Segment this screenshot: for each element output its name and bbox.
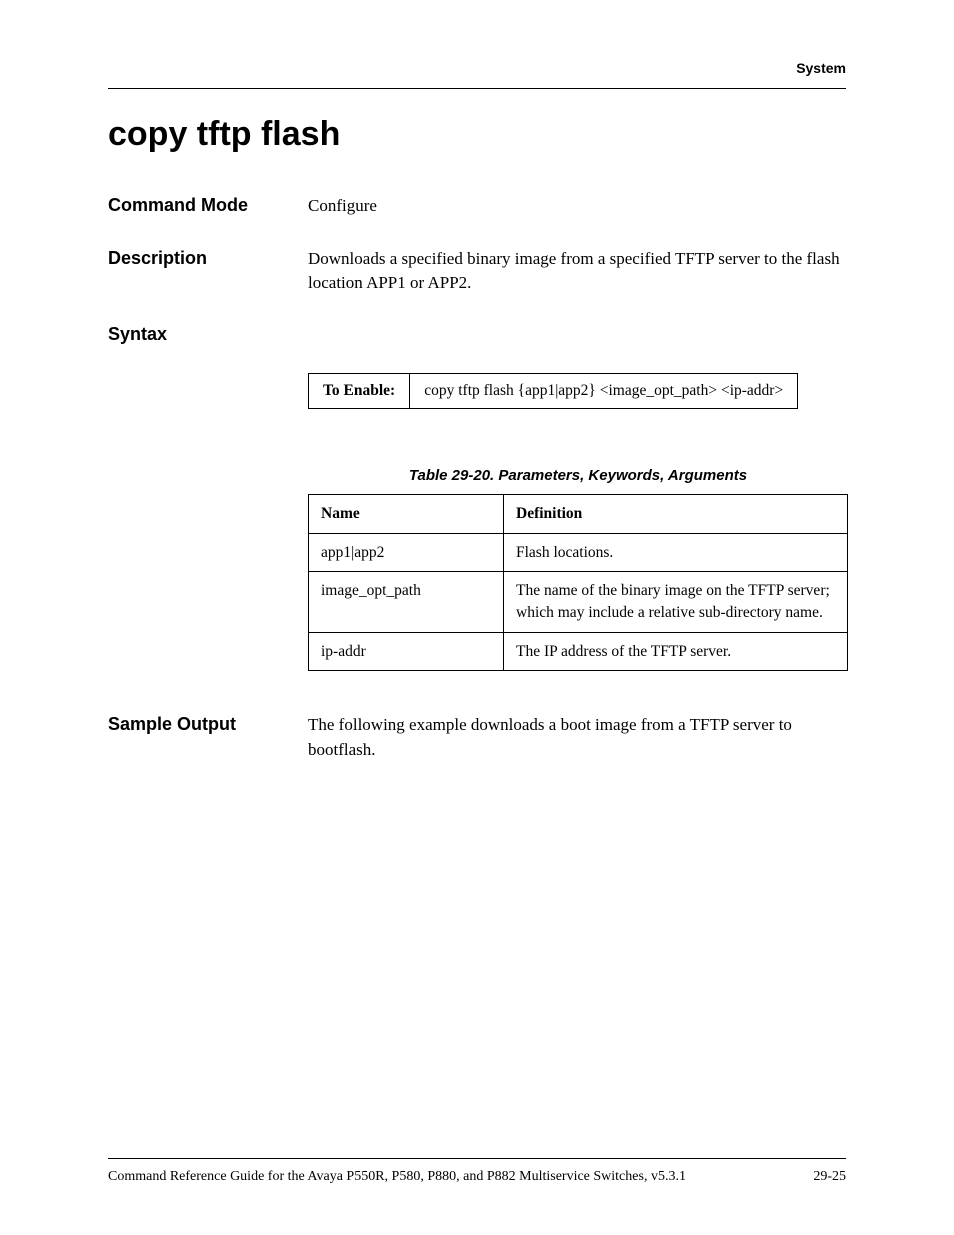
page: System copy tftp flash Command Mode Conf… bbox=[0, 0, 954, 1235]
footer-left: Command Reference Guide for the Avaya P5… bbox=[108, 1169, 686, 1185]
table-row: image_opt_path The name of the binary im… bbox=[309, 572, 848, 632]
sample-output-label: Sample Output bbox=[108, 714, 308, 735]
table-row: ip-addr The IP address of the TFTP serve… bbox=[309, 632, 848, 671]
syntax-table: To Enable: copy tftp flash {app1|app2} <… bbox=[308, 373, 798, 409]
section-sample-output: Sample Output The following example down… bbox=[108, 713, 846, 762]
description-text: Downloads a specified binary image from … bbox=[308, 247, 846, 296]
param-header-name: Name bbox=[309, 494, 504, 533]
footer-rule bbox=[108, 1158, 846, 1159]
section-description: Description Downloads a specified binary… bbox=[108, 247, 846, 296]
syntax-command: copy tftp flash {app1|app2} <image_opt_p… bbox=[410, 373, 798, 408]
param-definition: The name of the binary image on the TFTP… bbox=[504, 572, 848, 632]
param-table-caption: Table 29-20. Parameters, Keywords, Argum… bbox=[308, 467, 848, 484]
param-name: ip-addr bbox=[309, 632, 504, 671]
footer-line: Command Reference Guide for the Avaya P5… bbox=[108, 1169, 846, 1185]
description-label: Description bbox=[108, 248, 308, 269]
syntax-label: Syntax bbox=[108, 324, 308, 345]
param-name: app1|app2 bbox=[309, 533, 504, 572]
command-mode-text: Configure bbox=[308, 194, 846, 219]
footer-right: 29-25 bbox=[813, 1169, 846, 1185]
param-definition: Flash locations. bbox=[504, 533, 848, 572]
page-title: copy tftp flash bbox=[108, 115, 846, 154]
section-syntax: Syntax bbox=[108, 324, 846, 345]
header-section-label: System bbox=[108, 60, 846, 76]
syntax-enable-label: To Enable: bbox=[309, 373, 410, 408]
param-name: image_opt_path bbox=[309, 572, 504, 632]
header-rule bbox=[108, 88, 846, 89]
param-table: Name Definition app1|app2 Flash location… bbox=[308, 494, 848, 671]
table-header-row: Name Definition bbox=[309, 494, 848, 533]
section-command-mode: Command Mode Configure bbox=[108, 194, 846, 219]
command-mode-label: Command Mode bbox=[108, 195, 308, 216]
table-row: To Enable: copy tftp flash {app1|app2} <… bbox=[309, 373, 798, 408]
table-row: app1|app2 Flash locations. bbox=[309, 533, 848, 572]
param-definition: The IP address of the TFTP server. bbox=[504, 632, 848, 671]
footer: Command Reference Guide for the Avaya P5… bbox=[108, 1158, 846, 1185]
param-header-definition: Definition bbox=[504, 494, 848, 533]
sample-output-text: The following example downloads a boot i… bbox=[308, 713, 846, 762]
